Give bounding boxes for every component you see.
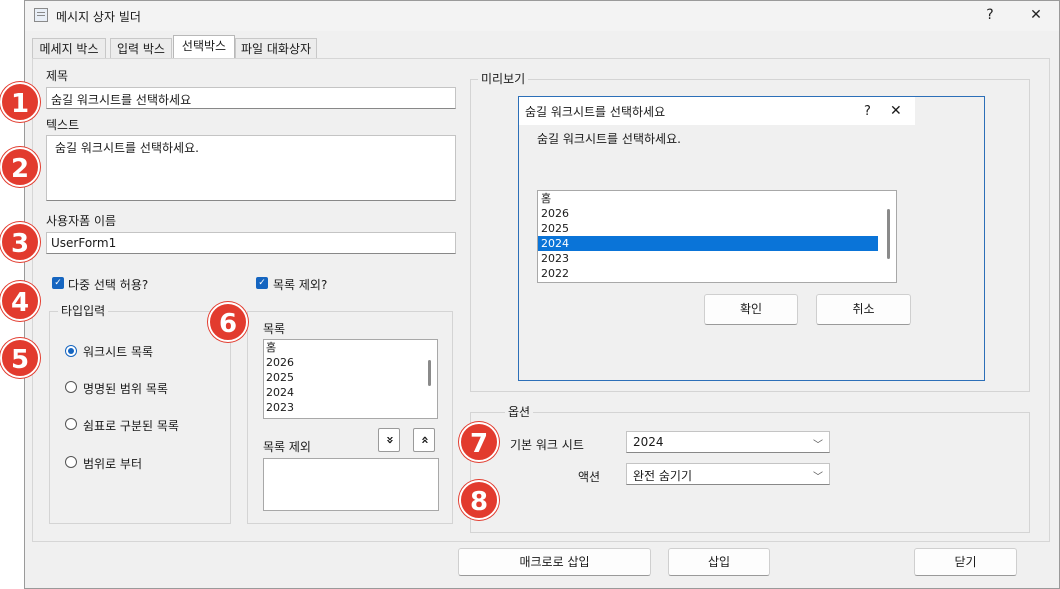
preview-close-icon: ✕: [890, 103, 902, 119]
list-item[interactable]: 2026: [264, 355, 437, 370]
radio-named-range-list-label: 명명된 범위 목록: [83, 382, 168, 396]
default-sheet-value: 2024: [633, 435, 664, 449]
options-legend: 옵션: [505, 403, 534, 420]
list-item[interactable]: 2024: [264, 385, 437, 400]
list-item[interactable]: 홈: [264, 340, 437, 355]
annotation-badge-1: 1: [0, 82, 40, 122]
preview-listbox: 홈 2026 2025 2024 2023 2022: [537, 190, 897, 283]
list-item[interactable]: 2023: [264, 400, 437, 415]
preview-list-item: 2023: [541, 252, 569, 265]
radio-comma-list-label: 쉼표로 구분된 목록: [83, 419, 179, 433]
multi-select-checkbox[interactable]: ✓: [52, 277, 64, 289]
exclude-list-heading: 목록 제외: [263, 440, 311, 454]
default-sheet-combo[interactable]: 2024 ﹀: [626, 431, 830, 453]
preview-dialog-title: 숨길 워크시트를 선택하세요: [525, 105, 666, 119]
insert-button[interactable]: 삽입: [668, 548, 770, 576]
title-input[interactable]: 숨길 워크시트를 선택하세요: [46, 87, 456, 109]
preview-scrollbar-thumb: [887, 209, 890, 259]
radio-worksheet-list[interactable]: [65, 345, 77, 357]
exclude-list-checkbox[interactable]: ✓: [256, 277, 268, 289]
tab-message-box[interactable]: 메세지 박스: [32, 38, 106, 58]
move-down-button[interactable]: »: [378, 428, 400, 452]
annotation-badge-2: 2: [0, 147, 40, 187]
annotation-badge-3: 3: [0, 222, 40, 262]
exclude-list-label: 목록 제외?: [273, 278, 328, 292]
chevron-down-icon: ﹀: [813, 440, 823, 451]
multi-select-label: 다중 선택 허용?: [68, 278, 149, 292]
annotation-badge-5: 5: [0, 338, 40, 378]
radio-worksheet-list-label: 워크시트 목록: [83, 345, 154, 359]
preview-help-icon: ?: [864, 104, 871, 119]
preview-list-item: 2026: [541, 207, 569, 220]
annotation-badge-6: 6: [208, 302, 248, 342]
chevron-down-icon: ﹀: [813, 472, 823, 483]
default-sheet-label: 기본 워크 시트: [510, 438, 584, 452]
text-input[interactable]: 숨길 워크시트를 선택하세요.: [46, 135, 456, 201]
close-dialog-button[interactable]: 닫기: [914, 548, 1017, 576]
preview-list-item: 홈: [541, 192, 552, 205]
preview-prompt: 숨길 워크시트를 선택하세요.: [537, 132, 681, 146]
insert-macro-button[interactable]: 매크로로 삽입: [458, 548, 651, 576]
annotation-badge-7: 7: [459, 422, 499, 462]
action-label: 액션: [578, 470, 601, 484]
preview-cancel-button: 취소: [816, 294, 911, 325]
move-up-button[interactable]: «: [413, 428, 435, 452]
list-item[interactable]: 2025: [264, 370, 437, 385]
preview-list-item: 2025: [541, 222, 569, 235]
annotation-badge-4: 4: [0, 281, 40, 321]
list-label: 목록: [263, 322, 286, 336]
title-label: 제목: [46, 69, 69, 83]
close-button[interactable]: ✕: [1016, 4, 1056, 26]
preview-legend: 미리보기: [478, 70, 529, 87]
text-label: 텍스트: [46, 118, 80, 132]
action-value: 완전 숨기기: [633, 469, 693, 483]
title-bar[interactable]: [25, 1, 1059, 31]
scrollbar-thumb[interactable]: [428, 360, 431, 386]
userform-input[interactable]: UserForm1: [46, 232, 456, 254]
action-combo[interactable]: 완전 숨기기 ﹀: [626, 463, 830, 485]
radio-from-range[interactable]: [65, 456, 77, 468]
tab-input-box[interactable]: 입력 박스: [110, 38, 172, 58]
source-listbox[interactable]: 홈 2026 2025 2024 2023: [263, 339, 438, 419]
userform-label: 사용자폼 이름: [46, 214, 117, 228]
radio-comma-list[interactable]: [65, 418, 77, 430]
tab-select-box[interactable]: 선택박스: [173, 35, 235, 58]
annotation-badge-8: 8: [459, 480, 499, 520]
preview-ok-button: 확인: [704, 294, 798, 325]
tab-file-dialog[interactable]: 파일 대화상자: [235, 38, 317, 58]
window-title: 메시지 상자 빌더: [56, 10, 141, 24]
radio-from-range-label: 범위로 부터: [83, 457, 143, 471]
help-button[interactable]: ?: [970, 4, 1010, 26]
app-icon: [34, 8, 48, 22]
preview-list-item-selected: 2024: [538, 236, 878, 251]
radio-named-range-list[interactable]: [65, 381, 77, 393]
exclude-listbox[interactable]: [263, 458, 439, 511]
input-type-legend: 타입입력: [58, 302, 109, 319]
preview-list-item: 2022: [541, 267, 569, 280]
